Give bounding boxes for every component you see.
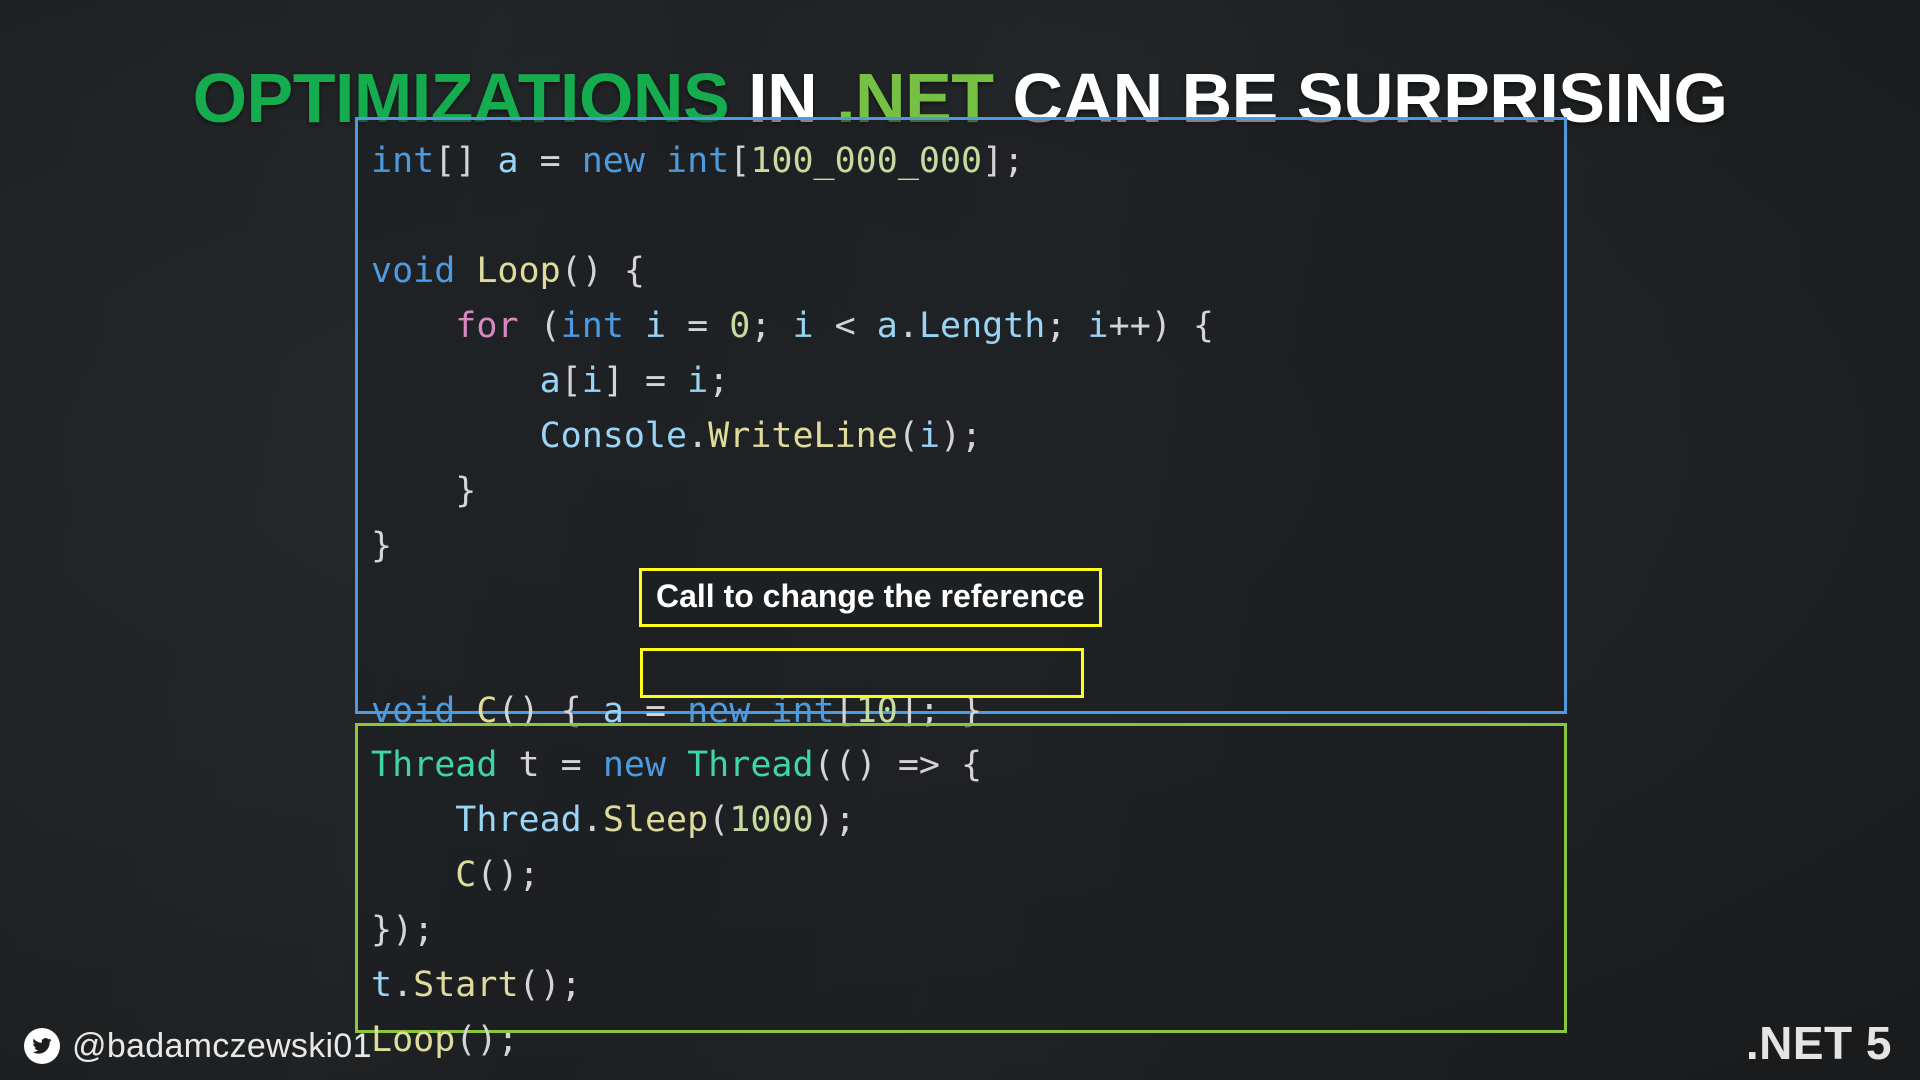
tok-rbracket-assign: ] = [602, 361, 688, 401]
twitter-handle-text: @badamczewski01 [72, 1027, 372, 1065]
tok-semi-1: ; [750, 306, 793, 346]
tok-rparen-semi-2: ); [813, 800, 856, 840]
tok-new-1: new [581, 141, 667, 181]
tok-int-3: int [560, 306, 624, 346]
tok-int-2: int [666, 141, 730, 181]
tok-lparen-2: ( [708, 800, 730, 840]
tok-void-1: void [371, 251, 477, 291]
tok-rparen-semi-4: (); [518, 965, 582, 1005]
tok-class-thread-3: Thread [455, 800, 582, 840]
tok-semi-2: ; [1045, 306, 1088, 346]
tok-call-c: C [455, 855, 477, 895]
tok-var-i-5: i [687, 361, 709, 401]
tok-var-i-3: i [1087, 306, 1109, 346]
tok-indent-4 [371, 800, 455, 840]
tok-rparen-semi-5: (); [455, 1020, 519, 1060]
slide-canvas: OPTIMIZATIONS IN .NET CAN BE SURPRISING … [0, 0, 1920, 1080]
tok-var-a-1: a [497, 141, 519, 181]
tok-var-t-1: t [518, 745, 540, 785]
tok-var-i-4: i [581, 361, 603, 401]
tok-dot-2: . [687, 416, 709, 456]
tok-close-brace-outer: } [371, 526, 393, 566]
code-block-thread: Thread t = new Thread(() => { Thread.Sle… [355, 723, 1567, 1060]
tok-var-i-1: i [644, 306, 667, 346]
tok-lbracket-2: [ [560, 361, 582, 401]
tok-lambda-open: (() => { [813, 745, 983, 785]
tok-assign-2: = [666, 306, 730, 346]
tok-var-t-2: t [371, 965, 393, 1005]
tok-lparen-1: ( [897, 416, 919, 456]
tok-lessthan: < [813, 306, 877, 346]
tok-new-3: new [602, 745, 688, 785]
tok-indent-3 [371, 416, 540, 456]
tok-dot-4: . [392, 965, 414, 1005]
tok-indent-5 [371, 855, 455, 895]
code-thread-text: Thread t = new Thread(() => { Thread.Sle… [358, 726, 1564, 1068]
tok-type-thread-2: Thread [687, 745, 814, 785]
tok-method-loop: Loop [476, 251, 561, 291]
tok-prop-length: Length [918, 306, 1046, 346]
tok-class-console: Console [539, 416, 688, 456]
tok-lambda-close: }); [371, 910, 435, 950]
footer-author: @badamczewski01 [24, 1028, 372, 1064]
twitter-bird-icon[interactable] [24, 1028, 60, 1064]
tok-assign-1: = [518, 141, 582, 181]
tok-lparen-for: ( [518, 306, 561, 346]
tok-rparen-semi-1: ); [939, 416, 983, 456]
tok-rbracket-semi-1: ]; [982, 141, 1025, 181]
tok-lbracket-1: [ [729, 141, 751, 181]
tok-number-100m: 100_000_000 [750, 141, 983, 181]
tok-dot-3: . [581, 800, 603, 840]
dotnet-version-label: .NET 5 [1745, 1017, 1892, 1069]
tok-space-2 [497, 745, 518, 785]
tok-var-i-2: i [792, 306, 814, 346]
tok-for: for [455, 306, 519, 346]
tok-space-1 [624, 306, 645, 346]
tok-semi-3: ; [708, 361, 730, 401]
tok-indent-2 [371, 361, 540, 401]
tok-close-brace-inner: } [371, 471, 477, 511]
tok-int-1: int [371, 141, 435, 181]
tok-number-zero: 0 [729, 306, 751, 346]
tok-type-thread-1: Thread [371, 745, 498, 785]
tok-incr-brace: ++) { [1108, 306, 1214, 346]
code-main-text: int[] a = new int[100_000_000]; void Loo… [358, 120, 1564, 739]
callout-change-reference: Call to change the reference [639, 568, 1102, 627]
tok-var-a-2: a [876, 306, 898, 346]
tok-number-1000: 1000 [729, 800, 814, 840]
tok-method-start: Start [413, 965, 519, 1005]
tok-method-writeline: WriteLine [708, 416, 898, 456]
tok-rparen-semi-3: (); [476, 855, 540, 895]
tok-method-sleep: Sleep [602, 800, 709, 840]
tok-var-a-3: a [539, 361, 561, 401]
tok-dot-1: . [897, 306, 919, 346]
tok-assign-4: = [539, 745, 603, 785]
tok-indent-1 [371, 306, 455, 346]
tok-call-loop: Loop [371, 1020, 456, 1060]
tok-var-i-6: i [918, 416, 940, 456]
tok-parens-brace-1: () { [560, 251, 645, 291]
tok-brackets-1: [] [434, 141, 498, 181]
